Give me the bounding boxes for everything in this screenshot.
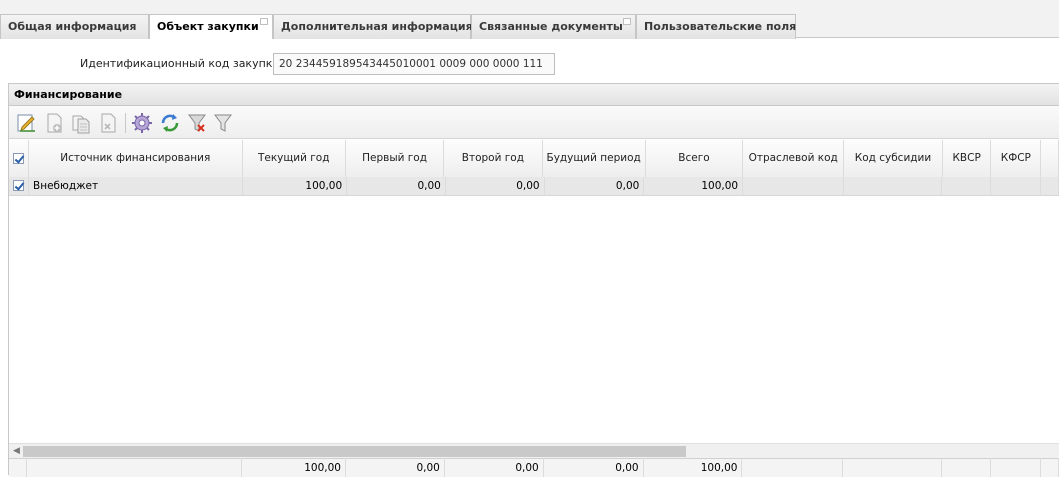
financing-grid-body: Внебюджет 100,00 0,00 0,00 0,00 100,00: [9, 177, 1059, 196]
column-header-kvsr[interactable]: КВСР: [942, 140, 992, 178]
select-all-checkbox[interactable]: [13, 152, 24, 164]
refresh-icon[interactable]: [159, 112, 181, 134]
column-header-industry-code[interactable]: Отраслевой код: [742, 140, 845, 178]
cell-spacer: [1040, 177, 1059, 196]
horizontal-scrollbar[interactable]: ◀: [9, 443, 1059, 458]
cell-first-year: 0,00: [346, 177, 446, 196]
procurement-id-label: Идентификационный код закупки:: [80, 57, 284, 70]
tab-bar: Общая информация Объект закупки Дополнит…: [0, 0, 1059, 39]
cell-current-year: 100,00: [242, 177, 348, 196]
select-all-cell[interactable]: [9, 140, 29, 178]
cell-total: 100,00: [643, 177, 744, 196]
tab-minimize-icon[interactable]: [260, 18, 268, 25]
procurement-id-row: Идентификационный код закупки:: [0, 51, 600, 76]
totals-row: 100,00 0,00 0,00 0,00 100,00: [9, 458, 1059, 477]
totals-empty-cell: [941, 458, 992, 477]
cell-kfsr: [990, 177, 1041, 196]
totals-empty-cell: [741, 458, 844, 477]
total-current-year: 100,00: [241, 458, 346, 477]
column-header-first-year[interactable]: Первый год: [345, 140, 445, 178]
totals-empty-cell: [9, 458, 28, 477]
table-row[interactable]: Внебюджет 100,00 0,00 0,00 0,00 100,00: [9, 177, 1059, 196]
cell-kvsr: [941, 177, 992, 196]
column-header-total[interactable]: Всего: [645, 140, 744, 178]
row-select-cell[interactable]: [9, 177, 29, 196]
filter-icon[interactable]: [212, 112, 234, 134]
financing-grid-header: Источник финансирования Текущий год Перв…: [9, 140, 1059, 178]
totals-empty-cell: [842, 458, 943, 477]
column-header-spacer: [1040, 140, 1059, 178]
row-checkbox[interactable]: [13, 180, 24, 192]
delete-row-icon[interactable]: [97, 112, 119, 134]
tab-label: Общая информация: [8, 20, 137, 33]
total-first-year: 0,00: [345, 458, 445, 477]
clear-filter-icon[interactable]: [186, 112, 208, 134]
cell-subsidy-code: [843, 177, 943, 196]
column-header-kfsr[interactable]: КФСР: [990, 140, 1042, 178]
procurement-id-field[interactable]: [273, 53, 555, 75]
total-future-period: 0,00: [543, 458, 644, 477]
settings-icon[interactable]: [131, 112, 153, 134]
scroll-left-icon[interactable]: ◀: [13, 446, 20, 456]
tab-minimize-icon[interactable]: [623, 18, 631, 25]
tab-label: Пользовательские поля: [644, 20, 797, 33]
totals-empty-cell: [990, 458, 1041, 477]
totals-empty-cell: [26, 458, 243, 477]
financing-toolbar: [9, 106, 1059, 139]
cell-source: Внебюджет: [28, 177, 244, 196]
tab-general-info[interactable]: Общая информация: [0, 14, 149, 39]
tab-procurement-object[interactable]: Объект закупки: [149, 14, 273, 39]
totals-empty-cell: [1040, 458, 1059, 477]
total-second-year: 0,00: [444, 458, 544, 477]
edit-icon[interactable]: [15, 112, 37, 134]
column-header-current-year[interactable]: Текущий год: [242, 140, 346, 178]
tab-custom-fields[interactable]: Пользовательские поля: [636, 14, 796, 39]
column-header-subsidy-code[interactable]: Код субсидии: [843, 140, 943, 178]
total-all: 100,00: [643, 458, 743, 477]
column-header-future-period[interactable]: Будущий период: [542, 140, 646, 178]
financing-panel: Финансирование Источник финансирования Т…: [8, 83, 1059, 477]
tab-label: Связанные документы: [479, 20, 623, 33]
column-header-source[interactable]: Источник финансирования: [28, 140, 243, 178]
scrollbar-thumb[interactable]: [23, 446, 686, 457]
tab-label: Объект закупки: [157, 20, 259, 33]
tab-additional-info[interactable]: Дополнительная информация: [273, 14, 473, 39]
tab-label: Дополнительная информация: [281, 20, 473, 33]
cell-industry-code: [742, 177, 844, 196]
tab-related-documents[interactable]: Связанные документы: [471, 14, 636, 39]
add-row-icon[interactable]: [43, 112, 65, 134]
toolbar-separator: [125, 113, 126, 133]
financing-panel-title: Финансирование: [9, 84, 1059, 106]
financing-grid-totals: 100,00 0,00 0,00 0,00 100,00: [9, 458, 1059, 477]
cell-second-year: 0,00: [445, 177, 545, 196]
column-header-second-year[interactable]: Второй год: [443, 140, 543, 178]
cell-future-period: 0,00: [544, 177, 645, 196]
copy-row-icon[interactable]: [70, 112, 92, 134]
